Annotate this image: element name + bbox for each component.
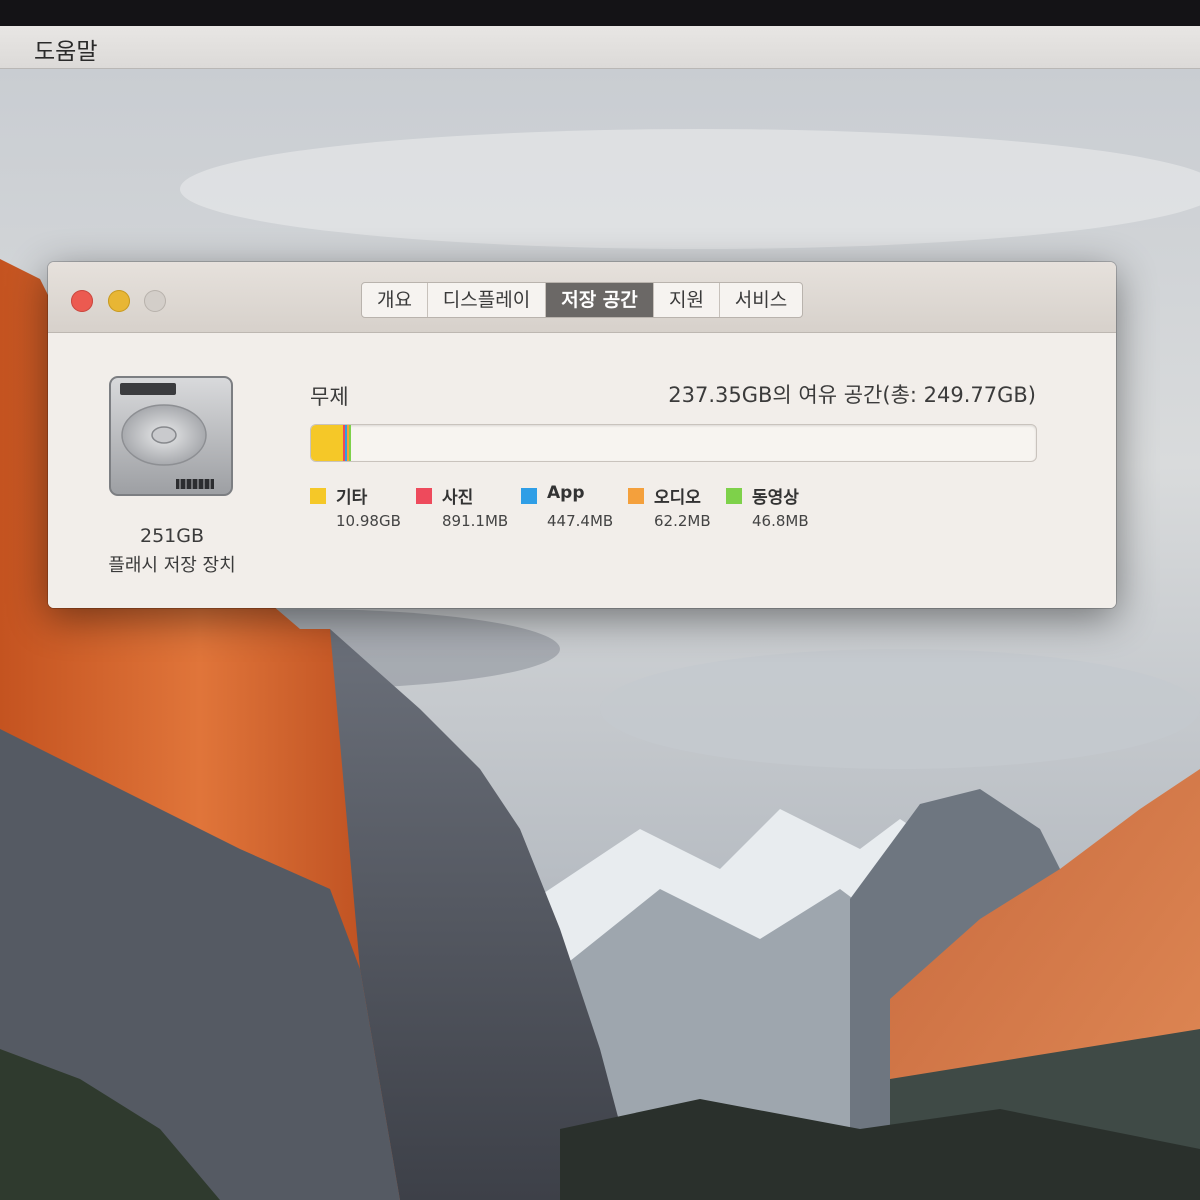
storage-usage-bar [310, 424, 1037, 462]
legend-swatch-photos [416, 488, 432, 504]
wallpaper-el-capitan [0, 69, 1200, 1200]
legend-size-video: 46.8MB [752, 512, 809, 530]
usage-segment-video [349, 425, 352, 461]
legend-label-apps: App [547, 483, 585, 503]
zoom-button[interactable] [144, 290, 166, 312]
screen-bezel [0, 0, 1200, 26]
legend-swatch-other [310, 488, 326, 504]
tab-displays[interactable]: 디스플레이 [428, 283, 546, 317]
legend-label-video: 동영상 [752, 488, 799, 508]
minimize-button[interactable] [108, 290, 130, 312]
volume-free-space: 237.35GB의 여유 공간(총: 249.77GB) [668, 383, 1036, 407]
menu-help[interactable]: 도움말 [34, 32, 97, 66]
hard-drive-icon [109, 376, 233, 496]
legend-size-audio: 62.2MB [654, 512, 711, 530]
storage-pane: 251GB 플래시 저장 장치 무제 237.35GB의 여유 공간(총: 24… [48, 333, 1116, 608]
legend-label-other: 기타 [336, 488, 368, 508]
legend-swatch-apps [521, 488, 537, 504]
about-this-mac-window: 개요 디스플레이 저장 공간 지원 서비스 251GB 플래시 저장 장치 무제… [48, 262, 1116, 608]
tab-support[interactable]: 지원 [654, 283, 720, 317]
menu-bar: 도움말 [0, 26, 1200, 69]
legend-swatch-audio [628, 488, 644, 504]
legend-label-audio: 오디오 [654, 488, 701, 508]
legend-size-apps: 447.4MB [547, 512, 614, 530]
desktop-wallpaper [0, 69, 1200, 1200]
tab-storage[interactable]: 저장 공간 [546, 283, 654, 317]
legend-label-photos: 사진 [442, 488, 474, 508]
drive-type: 플래시 저장 장치 [108, 555, 236, 576]
tab-service[interactable]: 서비스 [720, 283, 802, 317]
tab-bar: 개요 디스플레이 저장 공간 지원 서비스 [361, 282, 803, 318]
window-titlebar: 개요 디스플레이 저장 공간 지원 서비스 [48, 262, 1116, 333]
usage-segment-other [311, 425, 343, 461]
legend-size-photos: 891.1MB [442, 512, 509, 530]
tab-overview[interactable]: 개요 [362, 283, 428, 317]
legend-size-other: 10.98GB [336, 512, 401, 530]
close-button[interactable] [71, 290, 93, 312]
volume-name: 무제 [310, 385, 349, 409]
legend-swatch-video [726, 488, 742, 504]
drive-capacity: 251GB [139, 525, 205, 547]
